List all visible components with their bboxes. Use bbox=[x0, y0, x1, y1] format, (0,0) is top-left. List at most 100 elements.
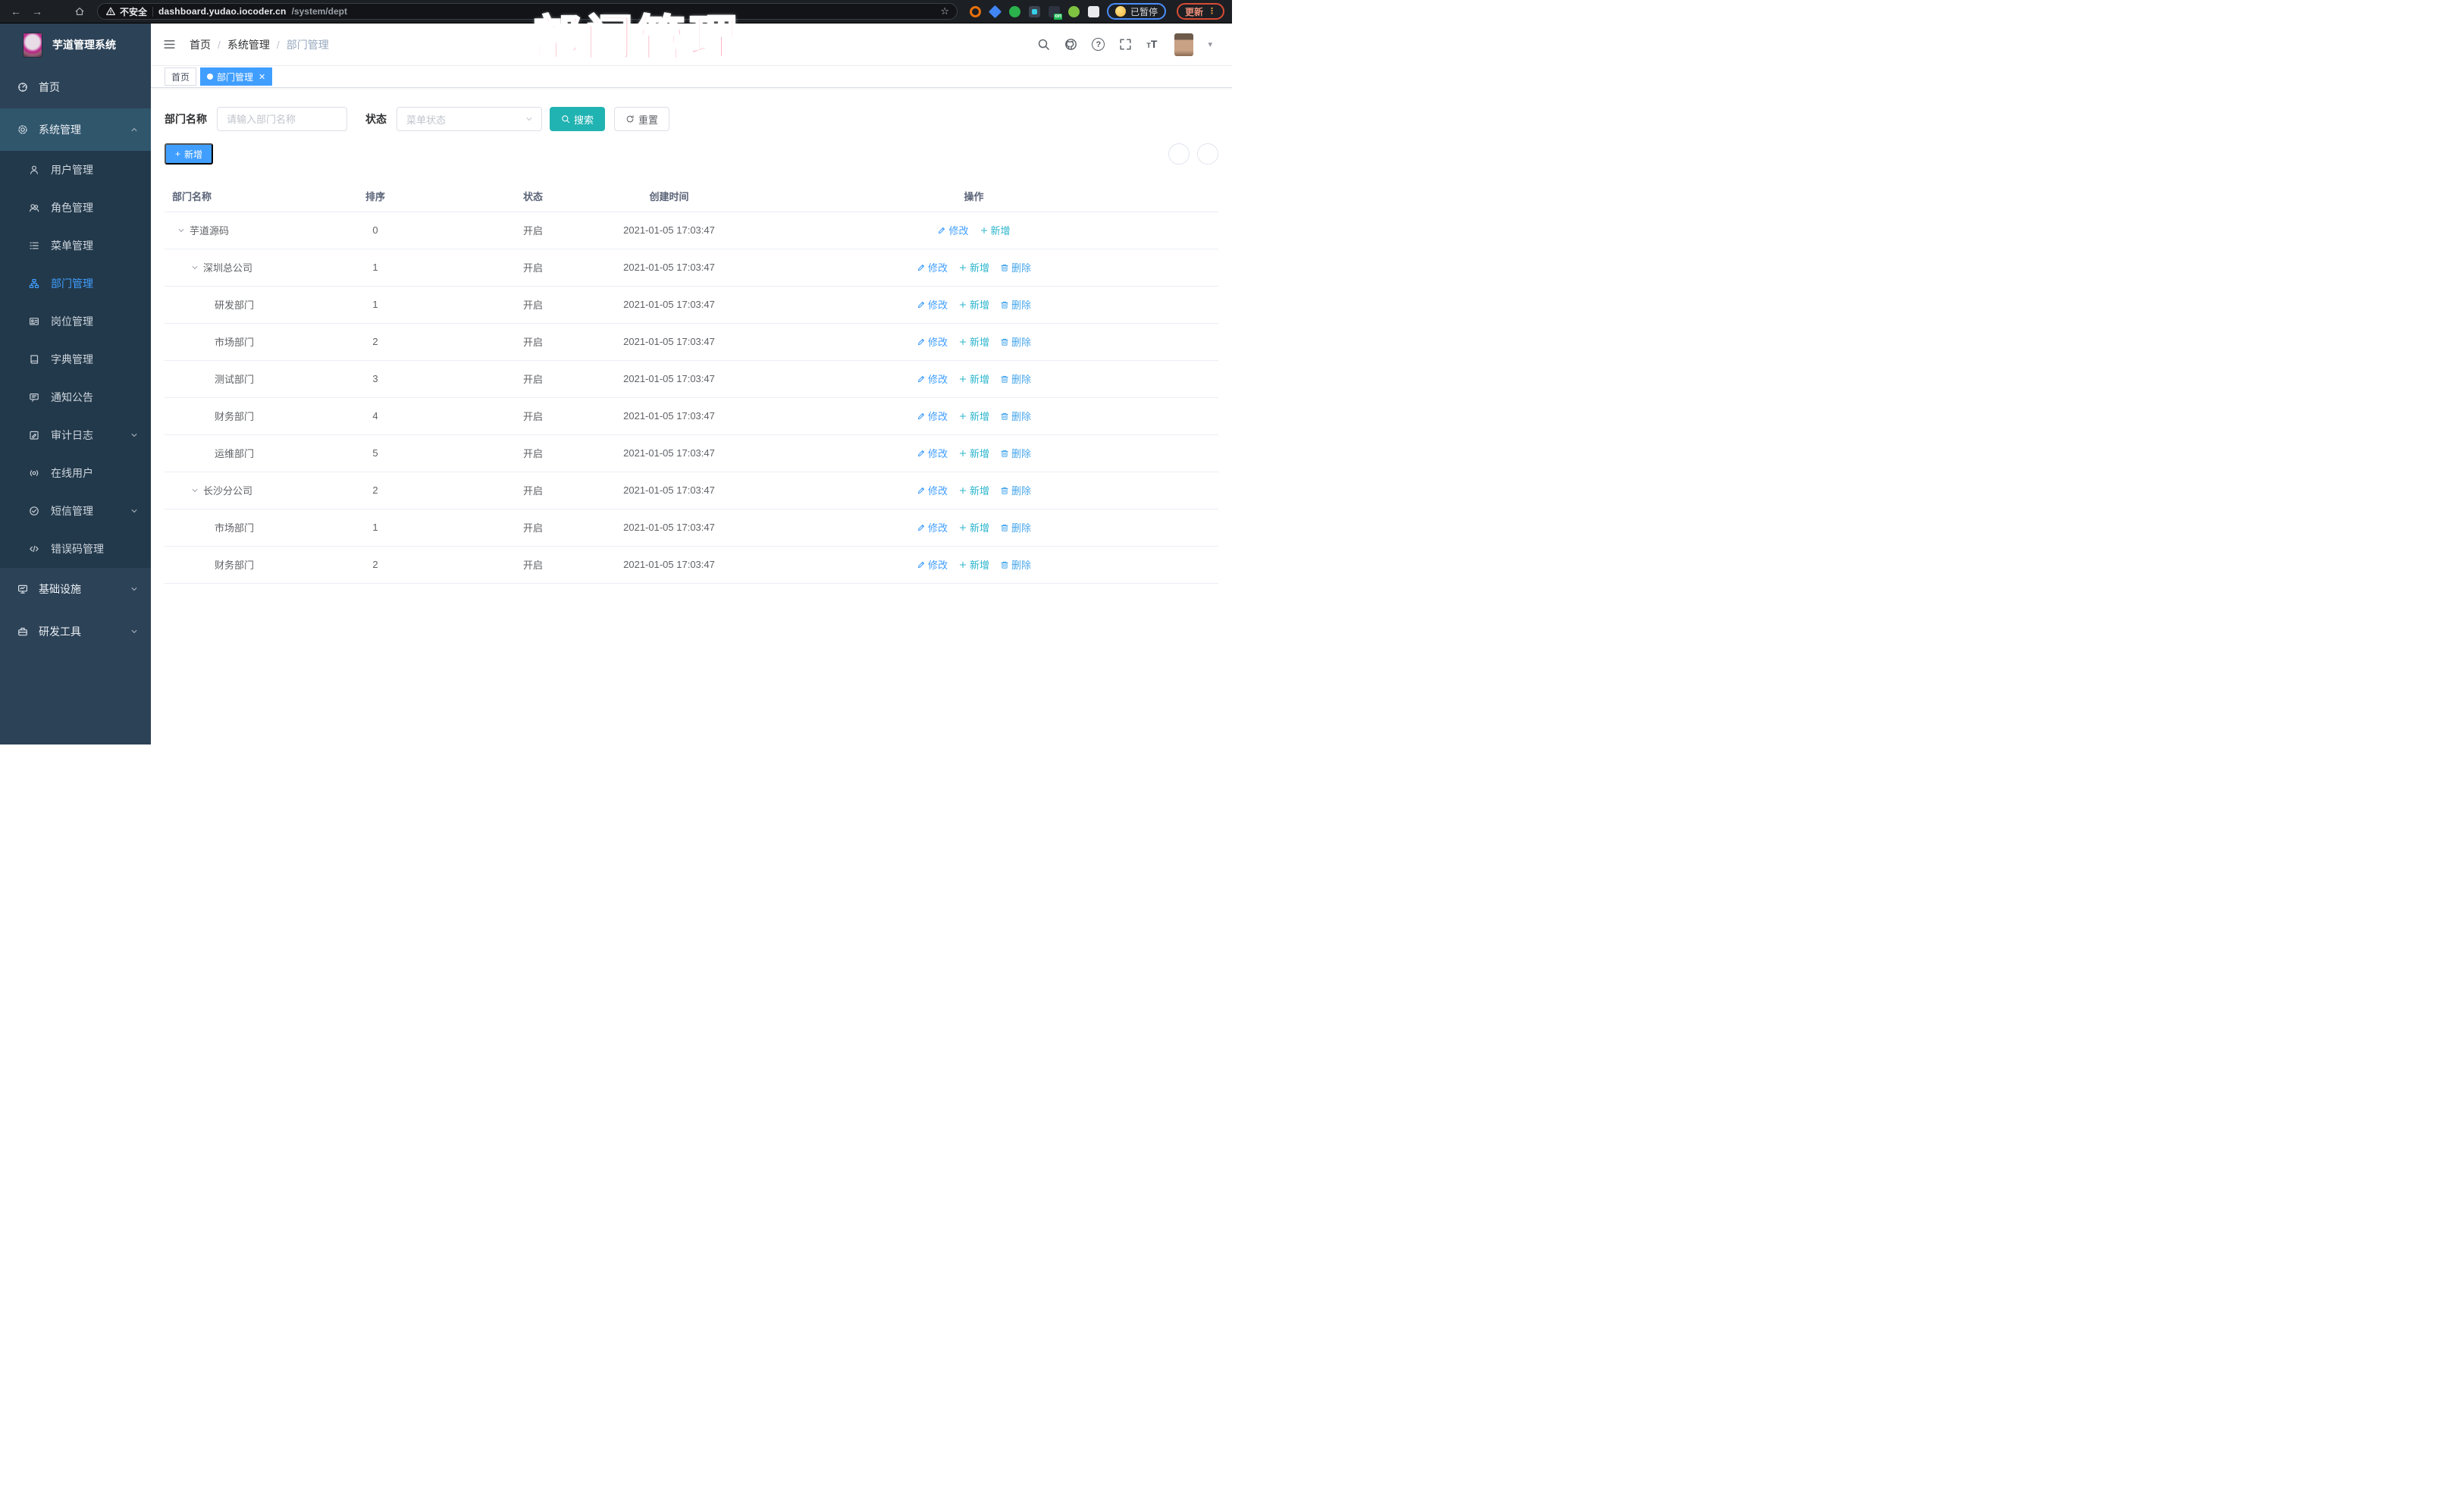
table-toolbar: + 新增 bbox=[165, 143, 1218, 165]
toggle-search-button[interactable] bbox=[1168, 143, 1190, 165]
edit-action-link[interactable]: 修改 bbox=[917, 483, 948, 497]
trash-icon bbox=[1000, 263, 1009, 272]
ext-blue-gem-icon[interactable] bbox=[988, 5, 1002, 18]
chevron-down-icon bbox=[130, 431, 139, 440]
tab-active[interactable]: 部门管理 ✕ bbox=[200, 67, 273, 86]
expand-caret-icon[interactable] bbox=[190, 486, 199, 495]
edit-icon bbox=[937, 226, 946, 235]
bookmark-star-icon[interactable]: ☆ bbox=[940, 5, 949, 17]
add-action-link[interactable]: 新增 bbox=[958, 446, 989, 460]
add-action-link[interactable]: 新增 bbox=[958, 297, 989, 312]
sidebar-item-dashboard[interactable]: 首页 bbox=[0, 66, 151, 108]
sidebar-subitem-tree[interactable]: 部门管理 bbox=[0, 265, 151, 303]
edit-action-link[interactable]: 修改 bbox=[917, 297, 948, 312]
dept-name-input[interactable] bbox=[217, 107, 347, 131]
action-label: 修改 bbox=[927, 299, 948, 311]
github-icon[interactable] bbox=[1064, 38, 1077, 51]
add-action-link[interactable]: 新增 bbox=[958, 260, 989, 274]
ext-green-bot-icon[interactable] bbox=[1067, 5, 1080, 17]
breadcrumb-item[interactable]: 系统管理 bbox=[227, 37, 270, 52]
add-action-link[interactable]: 新增 bbox=[958, 409, 989, 423]
address-bar[interactable]: 不安全 dashboard.yudao.iocoder.cn/system/de… bbox=[97, 3, 958, 20]
sidebar-subitem-notice[interactable]: 通知公告 bbox=[0, 378, 151, 416]
search-button[interactable]: 搜索 bbox=[550, 107, 606, 131]
fullscreen-icon[interactable] bbox=[1119, 38, 1132, 51]
edit-action-link[interactable]: 修改 bbox=[917, 557, 948, 572]
add-action-link[interactable]: 新增 bbox=[958, 371, 989, 386]
edit-action-link[interactable]: 修改 bbox=[917, 371, 948, 386]
expand-caret-icon[interactable] bbox=[190, 263, 199, 272]
hamburger-icon[interactable] bbox=[163, 38, 176, 51]
add-action-link[interactable]: 新增 bbox=[958, 483, 989, 497]
delete-action-link[interactable]: 删除 bbox=[1000, 297, 1031, 312]
expand-caret-icon[interactable] bbox=[177, 226, 186, 235]
ext-orange-ring-icon[interactable] bbox=[969, 5, 981, 17]
ext-grid-cyan-icon[interactable] bbox=[1028, 5, 1040, 17]
breadcrumb-item[interactable]: 首页 bbox=[190, 37, 211, 52]
sidebar-subitem-online[interactable]: 在线用户 bbox=[0, 454, 151, 492]
sidebar-subitem-book[interactable]: 字典管理 bbox=[0, 340, 151, 378]
home-icon[interactable] bbox=[71, 3, 88, 20]
update-label: 更新 bbox=[1184, 6, 1203, 17]
delete-action-link[interactable]: 删除 bbox=[1000, 260, 1031, 274]
tab-item[interactable]: 首页 bbox=[165, 67, 197, 86]
status-select[interactable]: 菜单状态 bbox=[397, 107, 542, 131]
help-icon[interactable]: ? bbox=[1092, 38, 1105, 51]
url-host: dashboard.yudao.iocoder.cn bbox=[158, 6, 287, 17]
app-logo[interactable]: 芋道管理系统 bbox=[0, 24, 151, 66]
search-icon[interactable] bbox=[1037, 38, 1050, 51]
sidebar-item-gear[interactable]: 系统管理 bbox=[0, 108, 151, 151]
sidebar-subitem-user[interactable]: 用户管理 bbox=[0, 151, 151, 189]
edit-action-link[interactable]: 修改 bbox=[917, 409, 948, 423]
font-size-icon[interactable]: TT bbox=[1146, 38, 1157, 52]
action-label: 修改 bbox=[927, 337, 948, 348]
dept-name: 长沙分公司 bbox=[203, 485, 253, 497]
reset-button[interactable]: 重置 bbox=[614, 107, 670, 131]
close-icon[interactable]: ✕ bbox=[259, 72, 265, 82]
update-button[interactable]: 更新 ⋮ bbox=[1176, 3, 1224, 20]
table-row: 运维部门 5 开启 2021-01-05 17:03:47 修改 新增 删除 bbox=[165, 434, 1218, 472]
ext-puzzle-icon[interactable] bbox=[1087, 5, 1099, 17]
edit-action-link[interactable]: 修改 bbox=[937, 223, 969, 237]
avatar[interactable] bbox=[1174, 33, 1194, 56]
add-button[interactable]: + 新增 bbox=[165, 143, 214, 165]
delete-action-link[interactable]: 删除 bbox=[1000, 371, 1031, 386]
back-icon[interactable]: ← bbox=[8, 3, 24, 20]
ext-green-check-icon[interactable] bbox=[1008, 5, 1020, 17]
sidebar-subitem-sms[interactable]: 短信管理 bbox=[0, 492, 151, 530]
sidebar-subitem-code[interactable]: 错误码管理 bbox=[0, 530, 151, 568]
edit-action-link[interactable]: 修改 bbox=[917, 520, 948, 534]
delete-action-link[interactable]: 删除 bbox=[1000, 557, 1031, 572]
sidebar-item-monitor[interactable]: 基础设施 bbox=[0, 568, 151, 610]
sms-icon bbox=[29, 506, 40, 516]
delete-action-link[interactable]: 删除 bbox=[1000, 520, 1031, 534]
refresh-table-button[interactable] bbox=[1197, 143, 1218, 165]
reload-icon[interactable] bbox=[50, 3, 67, 20]
browser-menu-icon[interactable]: ⋮ bbox=[1208, 8, 1216, 16]
add-action-link[interactable]: 新增 bbox=[958, 334, 989, 349]
logo-image bbox=[23, 32, 42, 58]
sidebar-subitem-log[interactable]: 审计日志 bbox=[0, 416, 151, 454]
chevron-down-icon[interactable]: ▾ bbox=[1208, 39, 1212, 49]
sidebar-subitem-menu[interactable]: 菜单管理 bbox=[0, 227, 151, 265]
sidebar-subitem-idcard[interactable]: 岗位管理 bbox=[0, 303, 151, 340]
ext-dark-on-icon[interactable]: on bbox=[1048, 5, 1062, 20]
profile-paused-chip[interactable]: 已暂停 bbox=[1106, 3, 1166, 20]
forward-icon[interactable]: → bbox=[29, 3, 45, 20]
delete-action-link[interactable]: 删除 bbox=[1000, 446, 1031, 460]
add-action-link[interactable]: 新增 bbox=[958, 557, 989, 572]
sidebar-item-tool[interactable]: 研发工具 bbox=[0, 610, 151, 653]
delete-action-link[interactable]: 删除 bbox=[1000, 334, 1031, 349]
edit-action-link[interactable]: 修改 bbox=[917, 334, 948, 349]
delete-action-link[interactable]: 删除 bbox=[1000, 483, 1031, 497]
plus-icon bbox=[958, 337, 967, 346]
add-action-link[interactable]: 新增 bbox=[980, 223, 1011, 237]
add-action-link[interactable]: 新增 bbox=[958, 520, 989, 534]
edit-icon bbox=[917, 337, 926, 346]
code-icon bbox=[29, 544, 40, 554]
sidebar-subitem-users[interactable]: 角色管理 bbox=[0, 189, 151, 227]
edit-action-link[interactable]: 修改 bbox=[917, 446, 948, 460]
dashboard-icon bbox=[17, 82, 29, 92]
edit-action-link[interactable]: 修改 bbox=[917, 260, 948, 274]
delete-action-link[interactable]: 删除 bbox=[1000, 409, 1031, 423]
